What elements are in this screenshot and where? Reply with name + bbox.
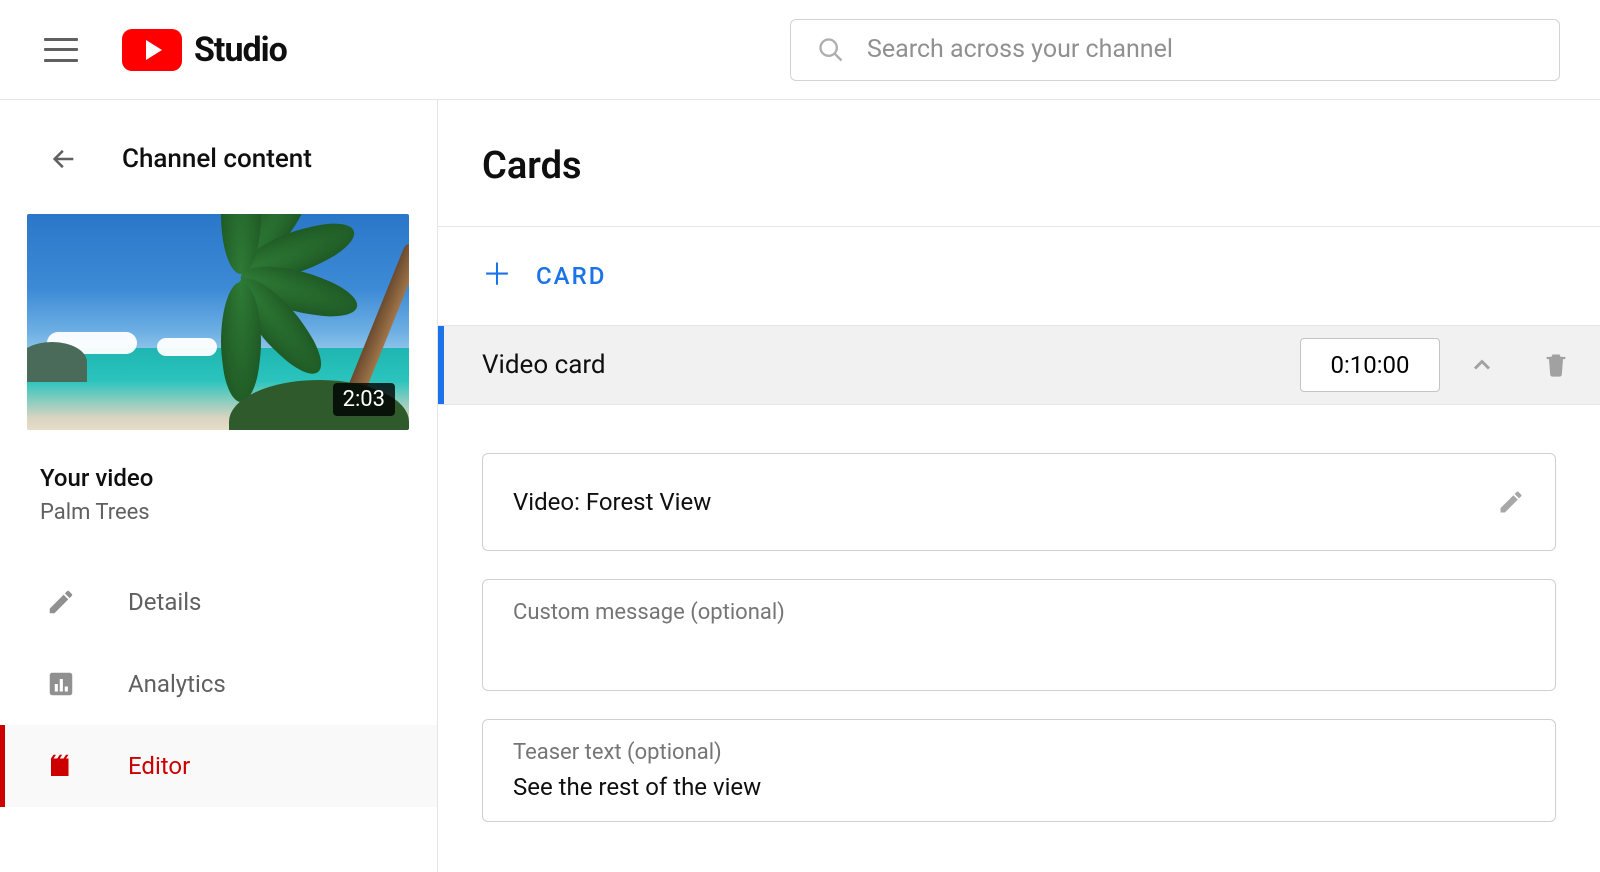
video-field-label: Video: Forest View [513,488,711,516]
video-thumbnail[interactable]: 2:03 [27,214,409,430]
teaser-label: Teaser text (optional) [513,720,1525,765]
arrow-left-icon [50,145,78,173]
search-icon [817,36,845,64]
add-card-button[interactable]: ＋ CARD [438,227,1600,325]
custom-message-input[interactable] [513,625,1525,675]
sidebar-item-label: Analytics [128,670,226,698]
card-timestamp-input[interactable] [1300,338,1440,392]
channel-content-label: Channel content [122,144,312,174]
sidebar: Channel content 2:03 Your video Palm Tre… [0,100,438,872]
search-box[interactable] [790,19,1560,81]
analytics-icon [46,669,76,699]
duration-badge: 2:03 [333,383,395,416]
custom-message-field[interactable]: Custom message (optional) [482,579,1556,691]
search-input[interactable] [867,35,1533,64]
video-field[interactable]: Video: Forest View [482,453,1556,551]
teaser-value: See the rest of the view [513,765,1525,801]
video-title: Palm Trees [40,500,437,525]
sidebar-item-editor[interactable]: Editor [0,725,437,807]
sidebar-item-label: Editor [128,752,190,780]
plus-icon: ＋ [482,261,514,291]
youtube-icon [122,29,182,71]
pencil-icon[interactable] [1497,488,1525,516]
trash-icon[interactable] [1542,351,1570,379]
logo[interactable]: Studio [122,29,287,71]
main: Cards ＋ CARD Video card Video: Forest Vi… [438,100,1600,872]
custom-message-label: Custom message (optional) [513,580,1525,625]
sidebar-item-analytics[interactable]: Analytics [0,643,437,725]
add-card-label: CARD [536,262,606,290]
chevron-up-icon[interactable] [1468,351,1496,379]
your-video-label: Your video [40,464,437,492]
sidebar-item-details[interactable]: Details [0,561,437,643]
page-title: Cards [438,100,1600,227]
clapperboard-icon [46,751,76,781]
card-header[interactable]: Video card [438,325,1600,405]
back-row[interactable]: Channel content [0,144,437,214]
pencil-icon [46,587,76,617]
menu-icon[interactable] [44,38,78,62]
card-type-label: Video card [482,350,1272,380]
logo-text: Studio [194,30,287,70]
teaser-text-field[interactable]: Teaser text (optional) See the rest of t… [482,719,1556,822]
sidebar-item-label: Details [128,588,201,616]
